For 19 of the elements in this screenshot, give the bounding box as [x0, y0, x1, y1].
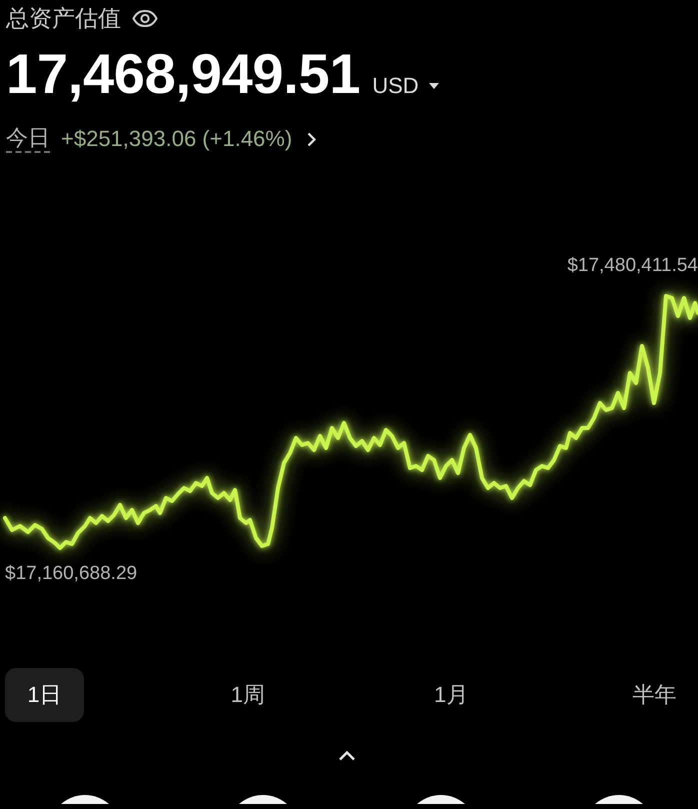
change-amount: +$251,393.06 (+1.46%)	[61, 126, 292, 152]
range-tab[interactable]: 半年	[614, 668, 694, 722]
range-tab[interactable]: 1日	[5, 668, 84, 722]
circle-button[interactable]	[61, 795, 109, 804]
low-price-label: $17,160,688.29	[5, 563, 138, 585]
chevron-right-icon[interactable]	[307, 132, 316, 146]
range-tab[interactable]: 1月	[412, 668, 491, 722]
balance-amount: 17,468,949.51	[6, 44, 360, 104]
range-tab[interactable]: 1周	[208, 668, 288, 722]
period-label: 今日	[6, 125, 50, 153]
caret-icon	[428, 83, 439, 89]
circle-button[interactable]	[239, 795, 287, 804]
circle-button[interactable]	[417, 795, 465, 804]
high-price-label: $17,480,411.54	[567, 255, 698, 277]
page-title: 总资产估值	[6, 4, 121, 33]
currency-button[interactable]: USD	[372, 73, 439, 99]
eye-icon[interactable]	[132, 10, 158, 26]
chevron-up-icon[interactable]	[338, 750, 356, 761]
circle-button[interactable]	[595, 795, 643, 804]
